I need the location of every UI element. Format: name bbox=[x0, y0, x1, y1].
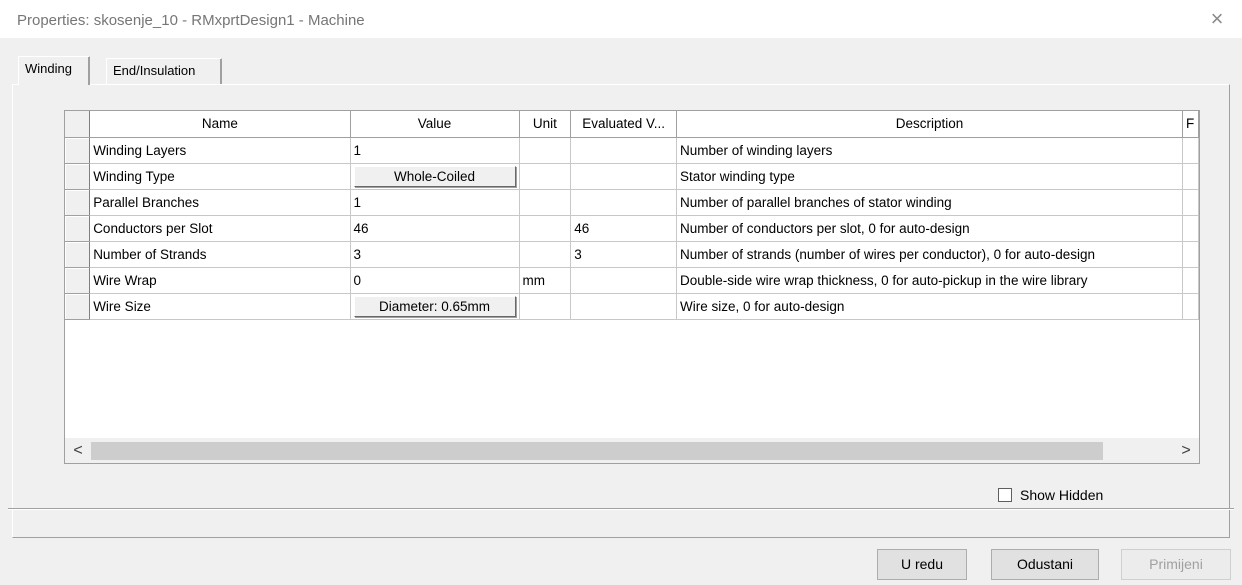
wire-size-button[interactable]: Diameter: 0.65mm bbox=[353, 295, 516, 317]
column-header-truncated[interactable]: F bbox=[1182, 111, 1199, 138]
cell-unit bbox=[519, 215, 572, 242]
cell-name: Number of Strands bbox=[89, 241, 351, 268]
close-icon[interactable]: × bbox=[1204, 6, 1230, 32]
cell-name: Wire Wrap bbox=[89, 267, 351, 294]
table-row: Parallel Branches 1 Number of parallel b… bbox=[65, 189, 1199, 216]
tab-winding[interactable]: Winding bbox=[18, 56, 90, 85]
cell-unit bbox=[519, 241, 572, 268]
table-header-row: Name Value Unit Evaluated V... Descripti… bbox=[65, 111, 1199, 138]
table-row: Conductors per Slot 46 46 Number of cond… bbox=[65, 215, 1199, 242]
table-row: Number of Strands 3 3 Number of strands … bbox=[65, 241, 1199, 268]
cell-unit bbox=[519, 163, 572, 190]
show-hidden-checkbox[interactable]: Show Hidden bbox=[998, 487, 1103, 503]
cell-value-input[interactable]: 1 bbox=[350, 189, 520, 216]
cell-value-input[interactable]: 46 bbox=[350, 215, 520, 242]
cell-value-input[interactable]: 0 bbox=[350, 267, 520, 294]
cell-value-input[interactable]: 3 bbox=[350, 241, 520, 268]
cell-unit[interactable] bbox=[519, 137, 572, 164]
cancel-button[interactable]: Odustani bbox=[991, 549, 1099, 580]
cell-description: Number of parallel branches of stator wi… bbox=[676, 189, 1183, 216]
cell-name: Wire Size bbox=[89, 293, 351, 320]
cell-description: Number of strands (number of wires per c… bbox=[676, 241, 1183, 268]
column-header-name[interactable]: Name bbox=[89, 111, 351, 138]
table-row: Wire Size Diameter: 0.65mm Wire size, 0 … bbox=[65, 293, 1199, 320]
cell-evaluated bbox=[570, 267, 678, 294]
column-header-unit[interactable]: Unit bbox=[519, 111, 572, 138]
cell-description: Double-side wire wrap thickness, 0 for a… bbox=[676, 267, 1183, 294]
cell-extra bbox=[1182, 293, 1199, 320]
scroll-thumb[interactable] bbox=[91, 442, 1103, 460]
cell-name: Parallel Branches bbox=[89, 189, 351, 216]
column-header-evaluated-value[interactable]: Evaluated V... bbox=[570, 111, 678, 138]
property-grid: Name Value Unit Evaluated V... Descripti… bbox=[64, 110, 1200, 464]
cell-extra bbox=[1182, 137, 1199, 164]
row-selector[interactable] bbox=[65, 189, 91, 216]
column-header-description[interactable]: Description bbox=[676, 111, 1183, 138]
cell-evaluated bbox=[570, 189, 678, 216]
ok-button[interactable]: U redu bbox=[877, 549, 967, 580]
property-table: Name Value Unit Evaluated V... Descripti… bbox=[65, 111, 1199, 320]
table-row: Wire Wrap 0 mm Double-side wire wrap thi… bbox=[65, 267, 1199, 294]
apply-button[interactable]: Primijeni bbox=[1121, 549, 1231, 580]
cell-name: Conductors per Slot bbox=[89, 215, 351, 242]
row-selector[interactable] bbox=[65, 163, 91, 190]
cell-description: Stator winding type bbox=[676, 163, 1183, 190]
divider bbox=[8, 508, 1234, 510]
properties-dialog: Properties: skosenje_10 - RMxprtDesign1 … bbox=[0, 0, 1242, 585]
dialog-title: Properties: skosenje_10 - RMxprtDesign1 … bbox=[17, 12, 365, 29]
cell-unit bbox=[519, 293, 572, 320]
corner-header bbox=[65, 111, 91, 138]
cell-extra bbox=[1182, 241, 1199, 268]
winding-type-button[interactable]: Whole-Coiled bbox=[353, 165, 516, 187]
table-row: Winding Type Whole-Coiled Stator winding… bbox=[65, 163, 1199, 190]
cell-evaluated: 3 bbox=[570, 241, 678, 268]
cell-unit bbox=[519, 189, 572, 216]
cell-description: Number of conductors per slot, 0 for aut… bbox=[676, 215, 1183, 242]
scroll-right-icon[interactable]: > bbox=[1173, 438, 1199, 463]
show-hidden-label: Show Hidden bbox=[1020, 487, 1104, 503]
row-selector[interactable] bbox=[65, 267, 91, 294]
cell-name: Winding Type bbox=[89, 163, 351, 190]
row-selector[interactable] bbox=[65, 241, 91, 268]
row-selector[interactable] bbox=[65, 293, 91, 320]
row-selector[interactable] bbox=[65, 215, 91, 242]
checkbox-box[interactable] bbox=[998, 488, 1012, 502]
cell-name: Winding Layers bbox=[89, 137, 351, 164]
cell-evaluated bbox=[570, 137, 678, 164]
cell-evaluated bbox=[570, 293, 678, 320]
cell-evaluated: 46 bbox=[570, 215, 678, 242]
cell-description: Number of winding layers bbox=[676, 137, 1183, 164]
tab-end-insulation[interactable]: End/Insulation bbox=[106, 58, 222, 84]
cell-extra bbox=[1182, 189, 1199, 216]
cell-value-input[interactable]: 1 bbox=[350, 137, 520, 164]
cell-value: Diameter: 0.65mm bbox=[350, 293, 520, 320]
cell-description: Wire size, 0 for auto-design bbox=[676, 293, 1183, 320]
cell-extra bbox=[1182, 163, 1199, 190]
column-header-value[interactable]: Value bbox=[350, 111, 520, 138]
cell-evaluated bbox=[570, 163, 678, 190]
row-selector[interactable] bbox=[65, 137, 91, 164]
cell-extra bbox=[1182, 267, 1199, 294]
cell-value: Whole-Coiled bbox=[350, 163, 520, 190]
cell-unit[interactable]: mm bbox=[519, 267, 572, 294]
scroll-left-icon[interactable]: < bbox=[65, 438, 91, 463]
cell-extra bbox=[1182, 215, 1199, 242]
horizontal-scrollbar[interactable]: < > bbox=[65, 437, 1199, 463]
table-row: Winding Layers 1 Number of winding layer… bbox=[65, 137, 1199, 164]
